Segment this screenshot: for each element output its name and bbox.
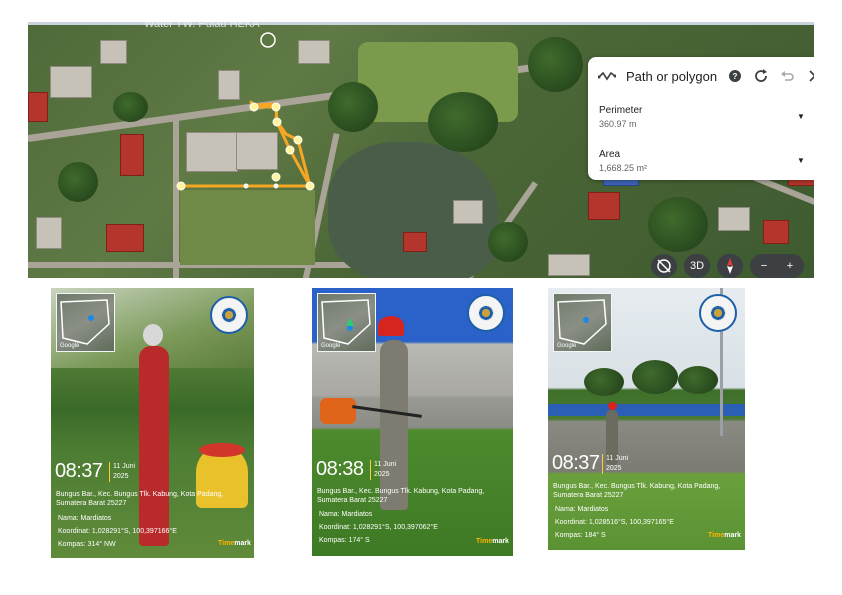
brush-cutter-engine [320,398,356,424]
tree [584,368,624,396]
chevron-down-icon[interactable]: ▼ [797,112,805,121]
rotate-off-icon[interactable] [651,254,677,278]
photo-time: 08:37 [552,452,600,474]
area-value: 1,668.25 m² [599,163,648,173]
photo-location: Bungus Bar., Kec. Bungus Tlk. Kabung, Ko… [553,483,721,499]
photo-date-year: 2025 [374,471,390,478]
polygon-vertex[interactable] [305,181,315,191]
photo-date-year: 2025 [606,465,622,472]
photo-date: 11 Juni 2025 [109,462,135,482]
timemark-logo-a: Time [476,538,493,545]
minimap: Google [553,293,612,352]
institution-logo [699,294,737,332]
trash-bin-lid [199,443,245,457]
photo-time: 08:37 [55,460,103,482]
google-watermark: Google [60,343,80,349]
photo-coords: Koordinat: 1,028516°S, 100,397165°E [555,519,674,526]
photo-compass: Kompas: 174° S [319,537,370,544]
timemark-photo-1: Google 08:37 11 Juni 2025 Bungus Bar., K… [51,288,254,558]
photo-date-day: 11 Juni [374,461,397,468]
institution-logo [467,294,505,332]
photo-date: 11 Juni 2025 [602,454,628,474]
undo-icon[interactable] [778,67,796,85]
timemark-logo-b: mark [724,532,741,539]
worker-helmet [378,316,404,336]
worker-helmet [143,324,163,346]
photo-meta: Nama: Mardiatos Koordinat: 1,028291°S, 1… [58,512,177,551]
area-label: Area [599,149,621,160]
3d-button[interactable]: 3D [684,254,710,278]
polygon-vertex[interactable] [271,102,281,112]
polygon-vertex[interactable] [271,172,281,182]
photo-coords: Koordinat: 1,028291°S, 100,397062°E [319,524,438,531]
photo-meta: Nama: Mardiatos Koordinat: 1,028291°S, 1… [319,508,438,547]
chevron-down-icon[interactable]: ▼ [797,156,805,165]
photo-name: Nama: Mardiatos [319,511,373,518]
timemark-logo-a: Time [218,540,235,547]
timemark-logo: Timemark [218,540,251,547]
timemark-logo: Timemark [708,532,741,539]
timemark-photo-3: Google 08:37 11 Juni 2025 Bungus Bar., K… [548,288,745,550]
polygon-vertex[interactable] [176,181,186,191]
polygon-midpoint[interactable] [273,183,279,189]
photo-location: Bungus Bar., Kec. Bungus Tlk. Kabung, Ko… [317,488,485,504]
photo-location: Bungus Bar., Kec. Bungus Tlk. Kabung, Ko… [56,491,224,507]
tree [632,360,678,394]
zoom-in-button[interactable]: + [777,254,803,278]
measure-panel: Path or polygon ? Perimeter 360.97 m ▼ A… [588,57,814,180]
map-location-pin[interactable] [260,32,276,48]
photo-compass: Kompas: 184° S [555,532,606,539]
timemark-logo-b: mark [234,540,251,547]
worker-helmet [608,402,617,410]
polygon-vertex[interactable] [249,102,259,112]
google-watermark: Google [321,343,341,349]
timemark-photo-2: Google 08:38 11 Juni 2025 Bungus Bar., K… [312,288,513,556]
refresh-icon[interactable] [752,67,770,85]
photo-compass: Kompas: 314° NW [58,541,116,548]
polygon-vertex[interactable] [293,135,303,145]
institution-logo [210,296,248,334]
photo-date-day: 11 Juni [606,455,629,462]
svg-text:?: ? [733,72,738,81]
google-watermark: Google [557,343,577,349]
polygon-midpoint[interactable] [243,183,249,189]
polygon-vertex[interactable] [272,117,282,127]
help-icon[interactable]: ? [726,67,744,85]
timemark-logo-a: Time [708,532,725,539]
minimap: Google [56,293,115,352]
photo-meta: Nama: Mardiatos Koordinat: 1,028516°S, 1… [555,503,674,542]
perimeter-value: 360.97 m [599,119,637,129]
zoom-out-button[interactable]: − [751,254,777,278]
compass-icon[interactable] [717,254,743,278]
photo-date-day: 11 Juni [113,463,136,470]
perimeter-label: Perimeter [599,105,643,116]
polygon-outline [181,100,312,188]
worker-figure [380,340,408,510]
blue-fence [548,404,745,416]
panel-title: Path or polygon [626,69,718,84]
path-icon [597,67,617,85]
satellite-map[interactable]: Water TW. Pulau HEKA Path or polygon ? P… [28,22,814,278]
close-icon[interactable] [806,67,814,85]
photo-time: 08:38 [316,458,364,480]
photo-coords: Koordinat: 1,028291°S, 100,397166°E [58,528,177,535]
photo-date-year: 2025 [113,473,129,480]
zoom-controls: − + [750,254,804,278]
photo-date: 11 Juni 2025 [370,460,396,480]
tree [678,366,718,394]
timemark-logo-b: mark [492,538,509,545]
photo-name: Nama: Mardiatos [58,515,112,522]
polygon-vertex[interactable] [285,145,295,155]
photo-name: Nama: Mardiatos [555,506,609,513]
timemark-logo: Timemark [476,538,509,545]
minimap: Google [317,293,376,352]
